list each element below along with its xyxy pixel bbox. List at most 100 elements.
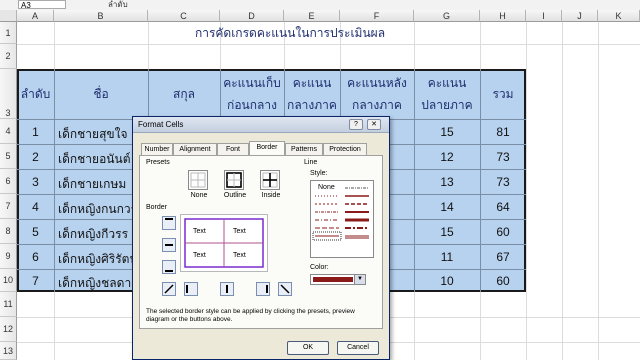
- tab-alignment[interactable]: Alignment: [173, 143, 217, 155]
- cell-final[interactable]: 15: [416, 225, 478, 239]
- sheet-title[interactable]: การคัดเกรดคะแนนในการประเมินผล: [130, 22, 450, 44]
- chevron-down-icon[interactable]: ▼: [354, 275, 365, 284]
- row-header-7[interactable]: 7: [0, 194, 17, 219]
- border-top-button[interactable]: [162, 216, 176, 230]
- dialog-title-bar[interactable]: Format Cells ? ✕: [133, 117, 389, 133]
- cell-no[interactable]: 2: [18, 150, 53, 164]
- row-header-9[interactable]: 9: [0, 244, 17, 269]
- border-diagonal-down-button[interactable]: [278, 282, 292, 296]
- row-header-13[interactable]: 13: [0, 342, 17, 360]
- cell-total[interactable]: 73: [482, 175, 524, 189]
- cell-total[interactable]: 67: [482, 250, 524, 264]
- preset-none-button[interactable]: [188, 170, 208, 190]
- cell-no[interactable]: 7: [18, 274, 53, 288]
- preset-inside-icon: [262, 172, 278, 188]
- header-cell-post-midterm[interactable]: คะแนนหลังกลางภาค: [342, 72, 412, 118]
- line-style-samples: [312, 187, 369, 241]
- line-style-list[interactable]: None: [310, 180, 374, 258]
- column-header-k[interactable]: K: [598, 10, 640, 22]
- border-hint-text: The selected border style can be applied…: [146, 308, 355, 323]
- column-header-c[interactable]: C: [148, 10, 220, 22]
- row-header-3[interactable]: 3: [0, 69, 17, 119]
- border-left-button[interactable]: [184, 282, 198, 296]
- cell-total[interactable]: 60: [482, 274, 524, 288]
- line-color-select[interactable]: ▼: [310, 274, 366, 285]
- cell-no[interactable]: 6: [18, 250, 53, 264]
- column-header-h[interactable]: H: [480, 10, 526, 22]
- cell-final[interactable]: 15: [416, 125, 478, 139]
- border-diagonal-up-button[interactable]: [162, 282, 176, 296]
- row-header-6[interactable]: 6: [0, 169, 17, 194]
- cell-no[interactable]: 4: [18, 200, 53, 214]
- border-middle-icon: [165, 244, 173, 246]
- border-bottom-button[interactable]: [162, 260, 176, 274]
- preview-text: Text: [193, 252, 206, 259]
- column-header-i[interactable]: I: [526, 10, 562, 22]
- border-top-icon: [165, 218, 173, 220]
- ok-button[interactable]: OK: [287, 341, 329, 355]
- preview-text: Text: [233, 228, 246, 235]
- table-gridline: [480, 69, 481, 292]
- header-cell-no[interactable]: ลำดับ: [18, 85, 53, 104]
- column-header-j[interactable]: J: [562, 10, 598, 22]
- preset-outline-button[interactable]: [224, 170, 244, 190]
- column-header-e[interactable]: E: [284, 10, 340, 22]
- tab-number[interactable]: Number: [141, 143, 173, 155]
- cell-total[interactable]: 64: [482, 200, 524, 214]
- formula-content[interactable]: ลำดับ: [108, 0, 128, 10]
- row-header-1[interactable]: 1: [0, 22, 17, 44]
- style-label: Style:: [310, 170, 328, 177]
- tab-border[interactable]: Border: [249, 141, 285, 156]
- row-header-5[interactable]: 5: [0, 144, 17, 169]
- row-header-4[interactable]: 4: [0, 119, 17, 144]
- border-label: Border: [146, 204, 168, 211]
- cancel-button[interactable]: Cancel: [337, 341, 379, 355]
- row-header-8[interactable]: 8: [0, 219, 17, 244]
- border-middle-button[interactable]: [162, 238, 176, 252]
- tab-patterns[interactable]: Patterns: [285, 143, 323, 155]
- tab-font[interactable]: Font: [217, 143, 249, 155]
- header-cell-total[interactable]: รวม: [482, 85, 524, 104]
- column-header-f[interactable]: F: [340, 10, 414, 22]
- close-icon[interactable]: ✕: [367, 119, 381, 130]
- color-label: Color:: [310, 264, 329, 271]
- column-header-a[interactable]: A: [17, 10, 54, 22]
- border-center-button[interactable]: [220, 282, 234, 296]
- column-header-d[interactable]: D: [220, 10, 284, 22]
- preset-outline-icon: [226, 172, 242, 188]
- column-header-g[interactable]: G: [414, 10, 480, 22]
- header-cell-pre-midterm[interactable]: คะแนนเก็บก่อนกลางภาค: [222, 72, 282, 118]
- cell-final[interactable]: 12: [416, 150, 478, 164]
- name-box[interactable]: A3: [18, 0, 66, 10]
- border-right-button[interactable]: [256, 282, 270, 296]
- header-cell-final[interactable]: คะแนนปลายภาค: [416, 72, 478, 118]
- row-header-12[interactable]: 12: [0, 317, 17, 342]
- row-header-10[interactable]: 10: [0, 269, 17, 292]
- cell-final[interactable]: 10: [416, 274, 478, 288]
- header-cell-surname[interactable]: สกุล: [149, 85, 219, 104]
- cell-no[interactable]: 3: [18, 175, 53, 189]
- gridline: [526, 22, 527, 360]
- cell-total[interactable]: 73: [482, 150, 524, 164]
- border-preview[interactable]: Text Text Text Text: [180, 214, 268, 272]
- header-cell-midterm[interactable]: คะแนนกลางภาค: [286, 72, 338, 118]
- cell-total[interactable]: 81: [482, 125, 524, 139]
- cell-no[interactable]: 1: [18, 125, 53, 139]
- preset-inside-button[interactable]: [260, 170, 280, 190]
- border-right-icon: [266, 285, 268, 293]
- row-header-11[interactable]: 11: [0, 292, 17, 317]
- help-button[interactable]: ?: [349, 119, 363, 130]
- row-header-2[interactable]: 2: [0, 44, 17, 69]
- column-header-b[interactable]: B: [54, 10, 148, 22]
- gridline: [562, 22, 563, 360]
- cell-total[interactable]: 60: [482, 225, 524, 239]
- tab-protection[interactable]: Protection: [323, 143, 367, 155]
- cell-no[interactable]: 5: [18, 225, 53, 239]
- cell-final[interactable]: 13: [416, 175, 478, 189]
- cell-final[interactable]: 14: [416, 200, 478, 214]
- header-cell-name[interactable]: ชื่อ: [55, 85, 147, 104]
- cell-final[interactable]: 11: [416, 250, 478, 264]
- select-all-corner[interactable]: [0, 10, 17, 22]
- gridline: [17, 44, 640, 45]
- border-bottom-icon: [165, 270, 173, 272]
